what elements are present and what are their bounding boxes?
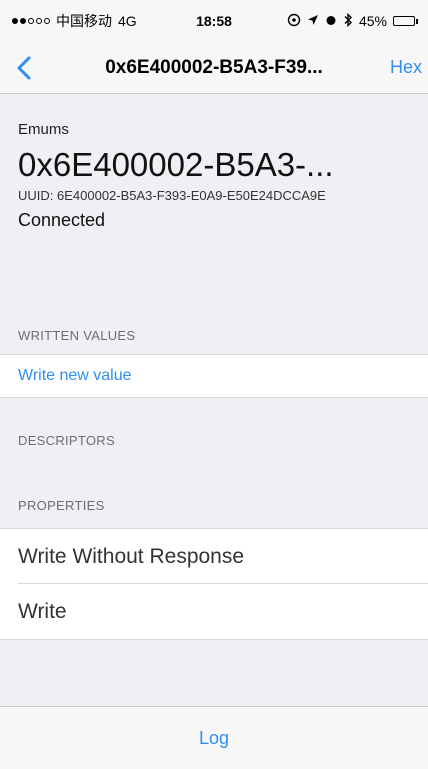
- connection-status: Connected: [18, 210, 106, 230]
- alarm-icon: [325, 13, 337, 29]
- network-label: 4G: [118, 13, 137, 29]
- property-label: Write: [18, 599, 67, 623]
- status-bar: 中国移动 4G 18:58 45%: [0, 0, 428, 42]
- hex-button[interactable]: Hex: [380, 57, 428, 78]
- property-label: Write Without Response: [18, 544, 245, 568]
- signal-strength-icon: [12, 18, 50, 24]
- status-right: 45%: [287, 12, 418, 30]
- carrier-label: 中国移动: [56, 13, 112, 29]
- section-header-properties: PROPERTIES: [18, 498, 105, 513]
- battery-percent: 45%: [358, 13, 387, 29]
- status-time: 18:58: [196, 13, 232, 29]
- battery-icon: [393, 16, 418, 26]
- write-new-value-label: Write new value: [18, 367, 132, 384]
- service-name: Emums: [18, 121, 69, 138]
- section-header-descriptors: DESCRIPTORS: [18, 433, 115, 448]
- page-title: 0x6E400002-B5A3-F39...: [105, 56, 323, 78]
- bottom-toolbar: Log: [0, 706, 428, 769]
- status-left: 中国移动 4G: [12, 11, 137, 31]
- back-button[interactable]: [0, 42, 48, 94]
- navigation-bar: 0x6E400002-B5A3-F39... Hex: [0, 42, 428, 94]
- characteristic-info: Emums 0x6E400002-B5A3-... UUID: 6E400002…: [0, 95, 428, 231]
- characteristic-uuid: UUID: 6E400002-B5A3-F393-E0A9-E50E24DCCA…: [18, 188, 326, 203]
- location-icon: [307, 13, 319, 29]
- screen-lock-icon: [287, 13, 301, 30]
- bluetooth-icon: [343, 12, 353, 30]
- chevron-left-icon: [17, 56, 31, 79]
- log-button[interactable]: Log: [199, 728, 229, 749]
- section-header-written-values: WRITTEN VALUES: [18, 328, 136, 343]
- property-row: Write Without Response: [0, 528, 428, 584]
- characteristic-name: 0x6E400002-B5A3-...: [18, 146, 334, 183]
- write-new-value-button[interactable]: Write new value: [0, 354, 428, 398]
- property-row: Write: [0, 584, 428, 640]
